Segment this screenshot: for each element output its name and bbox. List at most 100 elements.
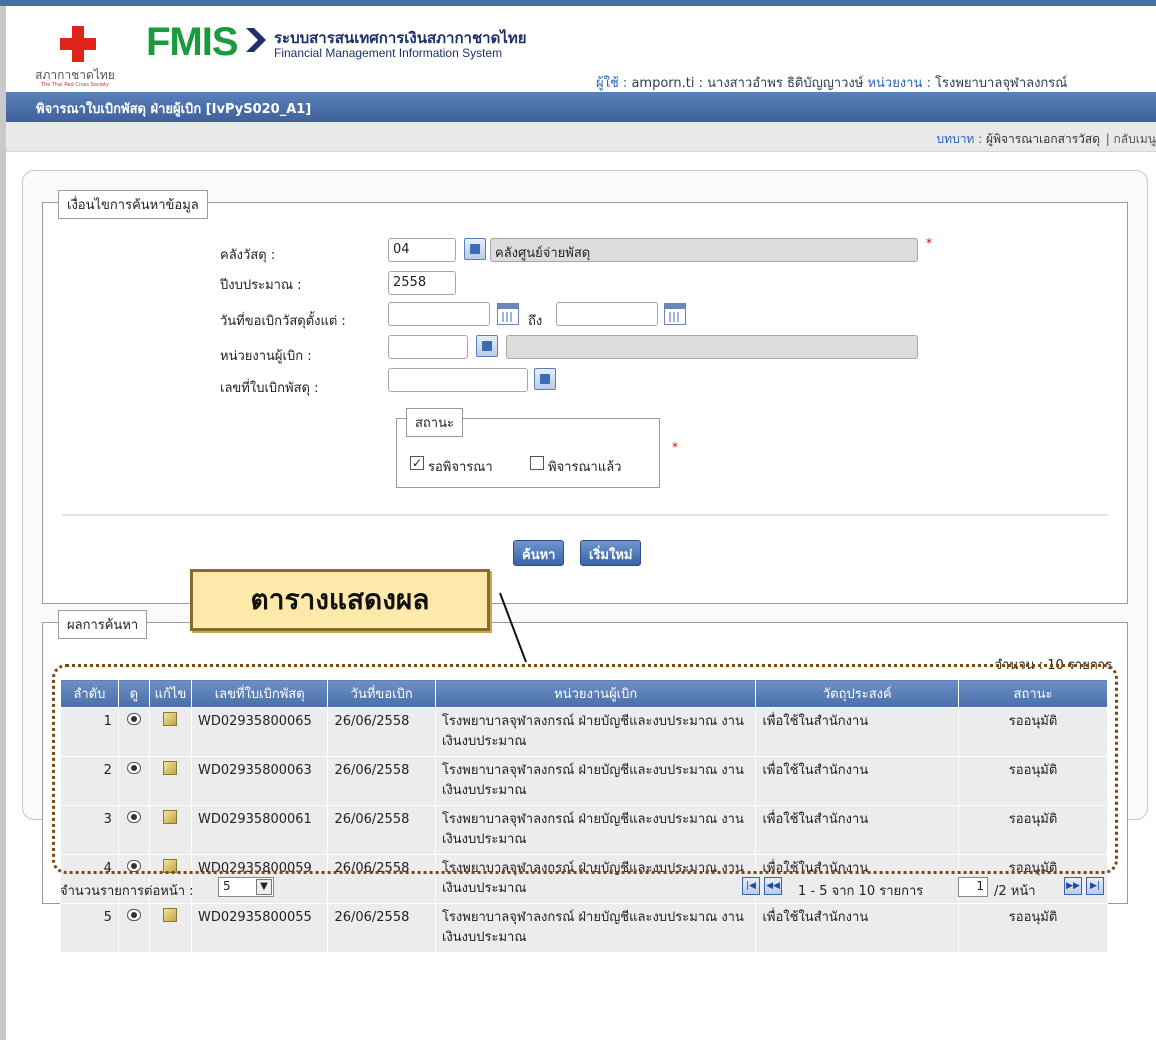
last-page-icon[interactable]: ▶| — [1086, 877, 1104, 895]
logo-text-en: The Thai Red Cross Society — [41, 82, 109, 88]
chevron-right-icon — [246, 28, 266, 52]
row-dept: โรงพยาบาลจุฬาลงกรณ์ ฝ่ายบัญชีและงบประมาณ… — [434, 805, 757, 855]
row-date: 26/06/2558 — [327, 903, 436, 953]
table-row[interactable]: 2 WD02935800063 26/06/2558 โรงพยาบาลจุฬา… — [60, 756, 1108, 806]
date-from-label: วันที่ขอเบิกวัสดุตั้งแต่ : — [220, 314, 346, 329]
user-label: ผู้ใช้ : — [596, 76, 628, 91]
table-row[interactable]: 1 WD02935800065 26/06/2558 โรงพยาบาลจุฬา… — [60, 707, 1108, 757]
chevron-down-icon[interactable]: ▼ — [256, 879, 272, 895]
divider — [62, 514, 1108, 516]
dept-lookup-icon[interactable] — [476, 335, 498, 357]
user-info: ผู้ใช้ : amporn.ti : นางสาวอำพร ธิติบัญญ… — [596, 72, 1067, 93]
row-dept: โรงพยาบาลจุฬาลงกรณ์ ฝ่ายบัญชีและงบประมาณ… — [434, 756, 757, 806]
system-name-en: Financial Management Information System — [274, 46, 503, 60]
role-bar: บทบาท : ผู้พิจารณาเอกสารวัสดุ | กลับเมนู — [6, 122, 1156, 152]
date-from-input[interactable] — [388, 302, 490, 326]
role-label: บทบาท : — [936, 132, 983, 146]
edit-icon[interactable] — [163, 810, 178, 824]
page-title-bar: พิจารณาใบเบิกพัสดุ ฝ่ายผู้เบิก [IvPyS020… — [6, 92, 1156, 122]
page-range: 1 - 5 จาก 10 รายการ — [798, 884, 924, 899]
row-purpose: เพื่อใช้ในสำนักงาน — [755, 903, 960, 953]
per-page-value: 5 — [223, 879, 231, 893]
row-purpose: เพื่อใช้ในสำนักงาน — [755, 756, 960, 806]
table-row[interactable]: 3 WD02935800061 26/06/2558 โรงพยาบาลจุฬา… — [60, 805, 1108, 855]
fiscal-year-input[interactable]: 2558 — [388, 271, 456, 295]
doc-lookup-icon[interactable] — [534, 368, 556, 390]
fiscal-year-label: ปีงบประมาณ : — [220, 278, 302, 293]
per-page-select[interactable]: 5 ▼ — [218, 877, 274, 897]
warehouse-name-field: คลังศูนย์จ่ายพัสดุ — [490, 238, 918, 262]
user-value: amporn.ti : นางสาวอำพร ธิติบัญญาวงษ์ — [631, 76, 864, 91]
doc-no-label: เลขที่ใบเบิกพัสดุ : — [220, 381, 319, 396]
calendar-icon[interactable] — [497, 303, 519, 325]
row-no: 1 — [60, 707, 119, 757]
status-pending-label: รอพิจารณา — [428, 460, 493, 475]
callout-label: ตารางแสดงผล — [190, 569, 490, 631]
col-header: เลขที่ใบเบิกพัสดุ — [190, 679, 329, 708]
next-page-icon[interactable]: ▶▶ — [1064, 877, 1082, 895]
status-done-checkbox[interactable] — [530, 456, 544, 470]
edit-icon[interactable] — [163, 908, 178, 922]
unit-value: โรงพยาบาลจุฬาลงกรณ์ — [935, 76, 1068, 91]
result-count: จำนวน : 10 รายการ — [994, 658, 1112, 673]
row-dept: โรงพยาบาลจุฬาลงกรณ์ ฝ่ายบัญชีและงบประมาณ… — [434, 707, 757, 757]
prev-page-icon[interactable]: ◀◀ — [764, 877, 782, 895]
role-info: บทบาท : ผู้พิจารณาเอกสารวัสดุ — [937, 130, 1100, 149]
required-mark: * — [672, 440, 678, 454]
warehouse-code-input[interactable]: 04 — [388, 238, 456, 262]
results-legend: ผลการค้นหา — [58, 610, 148, 639]
table-row[interactable]: 5 WD02935800055 26/06/2558 โรงพยาบาลจุฬา… — [60, 903, 1108, 953]
page-number-input[interactable]: 1 — [958, 877, 988, 897]
row-purpose: เพื่อใช้ในสำนักงาน — [755, 805, 960, 855]
warehouse-lookup-icon[interactable] — [464, 238, 486, 260]
row-doc-no: WD02935800063 — [190, 756, 329, 806]
role-value: ผู้พิจารณาเอกสารวัสดุ — [986, 132, 1100, 146]
required-mark: * — [926, 236, 932, 250]
doc-no-input[interactable] — [388, 368, 528, 392]
col-header: ดู — [117, 679, 150, 708]
reset-button[interactable]: เริ่มใหม่ — [580, 540, 642, 566]
back-to-menu-link[interactable]: | กลับเมนู — [1106, 130, 1156, 149]
date-to-label: ถึง — [528, 314, 543, 329]
dept-code-input[interactable] — [388, 335, 468, 359]
view-icon[interactable] — [126, 762, 141, 774]
search-button[interactable]: ค้นหา — [513, 540, 565, 566]
row-no: 3 — [60, 805, 119, 855]
row-date: 26/06/2558 — [327, 756, 436, 806]
view-icon[interactable] — [126, 713, 141, 725]
edit-icon[interactable] — [163, 712, 178, 726]
warehouse-label: คลังวัสดุ : — [220, 248, 276, 263]
col-header: วัตถุประสงค์ — [755, 679, 960, 708]
col-header: วันที่ขอเบิก — [327, 679, 436, 708]
status-pending-checkbox[interactable]: ✓ — [410, 456, 424, 470]
left-edge-bar — [0, 6, 6, 1040]
view-icon[interactable] — [126, 909, 141, 921]
row-status: รออนุมัติ — [958, 707, 1108, 757]
status-done-label: พิจารณาแล้ว — [548, 460, 622, 475]
row-no: 5 — [60, 903, 119, 953]
table-header-row: ลำดับ ดู แก้ไข เลขที่ใบเบิกพัสดุ วันที่ข… — [60, 679, 1108, 708]
first-page-icon[interactable]: |◀ — [742, 877, 760, 895]
results-table: ลำดับ ดู แก้ไข เลขที่ใบเบิกพัสดุ วันที่ข… — [60, 679, 1108, 953]
col-header: หน่วยงานผู้เบิก — [434, 679, 757, 708]
view-icon[interactable] — [126, 811, 141, 823]
row-date: 26/06/2558 — [327, 707, 436, 757]
view-icon[interactable] — [126, 860, 141, 872]
row-status: รออนุมัติ — [958, 805, 1108, 855]
page-total: /2 หน้า — [994, 884, 1036, 899]
row-doc-no: WD02935800065 — [190, 707, 329, 757]
row-doc-no: WD02935800055 — [190, 903, 329, 953]
row-status: รออนุมัติ — [958, 903, 1108, 953]
dept-label: หน่วยงานผู้เบิก : — [220, 349, 312, 364]
calendar-icon[interactable] — [664, 303, 686, 325]
col-header: แก้ไข — [148, 679, 192, 708]
edit-icon[interactable] — [163, 859, 178, 873]
date-to-input[interactable] — [556, 302, 658, 326]
search-legend: เงื่อนไขการค้นหาข้อมูล — [58, 190, 208, 219]
red-cross-icon — [60, 26, 96, 62]
edit-icon[interactable] — [163, 761, 178, 775]
row-doc-no: WD02935800061 — [190, 805, 329, 855]
row-dept: โรงพยาบาลจุฬาลงกรณ์ ฝ่ายบัญชีและงบประมาณ… — [434, 903, 757, 953]
app-header: สภากาชาดไทย The Thai Red Cross Society F… — [6, 6, 1156, 92]
page-title: พิจารณาใบเบิกพัสดุ ฝ่ายผู้เบิก [IvPyS020… — [36, 102, 312, 117]
